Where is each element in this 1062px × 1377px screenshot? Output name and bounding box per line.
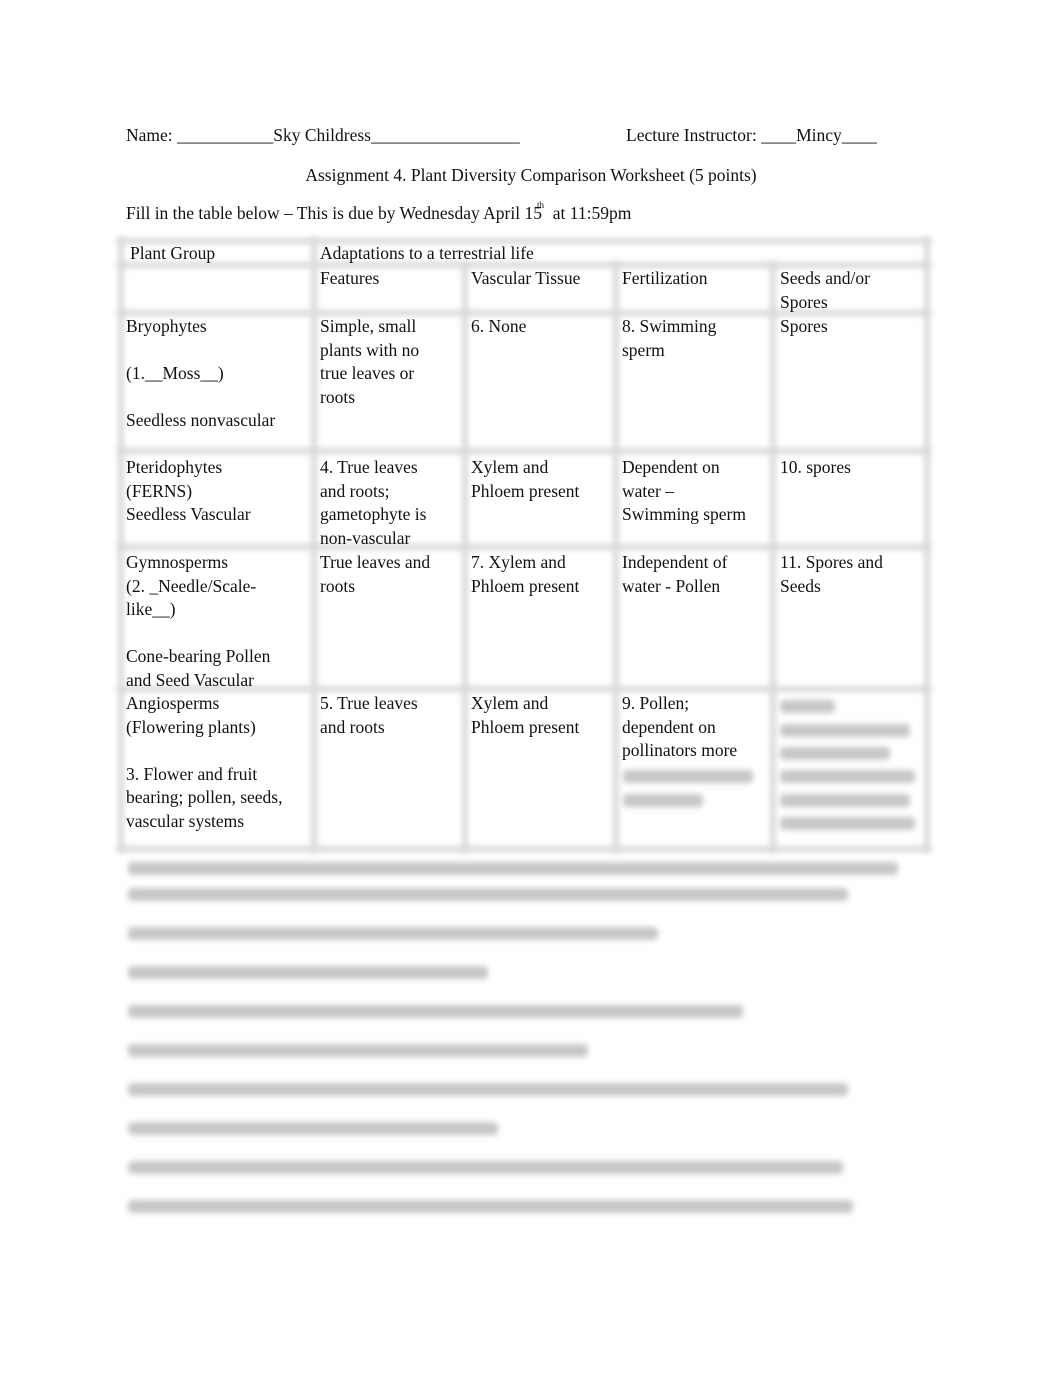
blurred-text-line: [128, 1044, 588, 1057]
row-gymnosperms-plant-group: Gymnosperms (2. _Needle/Scale- like__) C…: [126, 552, 271, 690]
blurred-text-line: [128, 1083, 848, 1096]
table-col-divider-1: [311, 238, 317, 852]
header-vascular-tissue: Vascular Tissue: [471, 268, 581, 288]
row-pteridophytes-vascular: Xylem and Phloem present: [471, 457, 580, 501]
row-angiosperms-vascular: Xylem and Phloem present: [471, 693, 580, 737]
row-bryophytes-plant-group: Bryophytes (1.__Moss__) Seedless nonvasc…: [126, 316, 276, 430]
assignment-title: Assignment 4. Plant Diversity Comparison…: [0, 165, 1062, 186]
blurred-text-line: [780, 747, 890, 760]
row-pteridophytes-plant-group: Pteridophytes (FERNS) Seedless Vascular: [126, 457, 251, 524]
blurred-text-line: [128, 1200, 853, 1213]
table-divider-row2: [118, 544, 930, 550]
instructions-superscript: th: [536, 200, 544, 211]
row-angiosperms-features: 5. True leaves and roots: [320, 693, 418, 737]
header-features: Features: [320, 268, 380, 288]
blurred-text-line: [623, 794, 703, 807]
blurred-text-line: [128, 888, 848, 901]
assignment-title-text: Assignment 4. Plant Diversity Comparison…: [305, 165, 757, 185]
row-pteridophytes-fertilization: Dependent on water – Swimming sperm: [622, 457, 746, 524]
blurred-text-line: [128, 1005, 743, 1018]
blurred-text-line: [128, 1161, 843, 1174]
blurred-text-line: [780, 794, 910, 807]
header-fertilization: Fertilization: [622, 268, 708, 288]
header-plant-group: Plant Group: [130, 243, 216, 263]
row-pteridophytes-seeds-spores: 10. spores: [780, 457, 851, 477]
row-bryophytes-vascular: 6. None: [471, 316, 527, 336]
header-seeds-spores: Seeds and/or Spores: [780, 268, 870, 312]
row-bryophytes-fertilization: 8. Swimming sperm: [622, 316, 717, 360]
blurred-text-line: [780, 770, 915, 783]
instructions: Fill in the table below – This is due by…: [126, 200, 632, 224]
blurred-text-line: [128, 927, 658, 940]
blurred-text-line: [780, 817, 915, 830]
blurred-text-line: [128, 1122, 498, 1135]
header-adaptations: Adaptations to a terrestrial life: [320, 243, 534, 263]
row-gymnosperms-seeds-spores: 11. Spores and Seeds: [780, 552, 883, 596]
table-border-left: [118, 238, 124, 852]
row-pteridophytes-features: 4. True leaves and roots; gametophyte is…: [320, 457, 427, 548]
lecture-instructor-field: Lecture Instructor: ____Mincy____: [626, 125, 877, 145]
table-divider-row1: [118, 448, 930, 454]
row-angiosperms-plant-group: Angiosperms (Flowering plants) 3. Flower…: [126, 693, 283, 831]
blurred-text-line: [623, 770, 753, 783]
row-bryophytes-seeds-spores: Spores: [780, 316, 828, 336]
blurred-text-line: [128, 966, 488, 979]
blurred-text-line: [128, 862, 898, 875]
plant-diversity-table: Plant Group Adaptations to a terrestrial…: [118, 238, 930, 852]
table-border-bottom: [118, 846, 930, 852]
row-gymnosperms-vascular: 7. Xylem and Phloem present: [471, 552, 580, 596]
instructions-deadline: at 11:59pm: [543, 203, 632, 223]
row-gymnosperms-fertilization: Independent of water - Pollen: [622, 552, 728, 596]
instructions-text: Fill in the table below – This is due by…: [126, 203, 542, 223]
blurred-text-line: [780, 724, 910, 737]
blurred-text-line: [780, 700, 835, 713]
row-bryophytes-features: Simple, small plants with no true leaves…: [320, 316, 420, 407]
row-gymnosperms-features: True leaves and roots: [320, 552, 431, 596]
row-angiosperms-fertilization: 9. Pollen; dependent on pollinators more: [622, 693, 738, 760]
student-name-field: Name: ___________Sky Childress__________…: [126, 125, 520, 145]
